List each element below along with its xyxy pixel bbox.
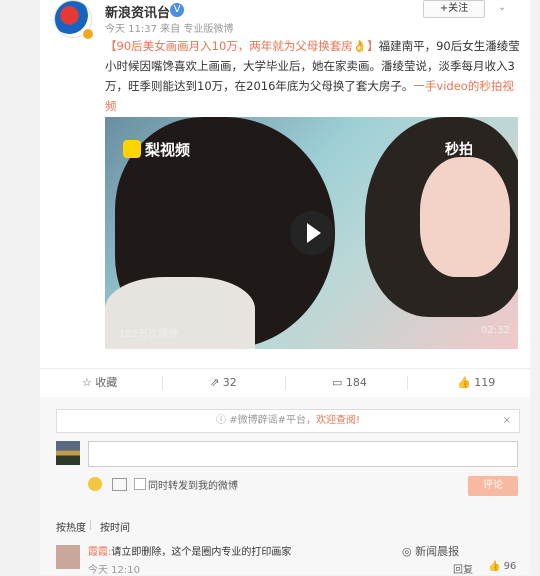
video-frame-face <box>420 157 510 277</box>
comment-like-button[interactable]: 👍 96 <box>488 561 516 572</box>
commenter-avatar[interactable] <box>56 545 80 569</box>
submit-comment-button[interactable]: 评论 <box>468 476 518 496</box>
comment-item: 霞霞:请立即删除，这个是圈内专业的打印画家 <box>88 543 291 558</box>
emoji-icon[interactable] <box>88 477 102 491</box>
post-topic[interactable]: 【90后美女画画月入10万，两年就为父母换套房👌】 <box>105 39 379 53</box>
star-icon: ☆ <box>82 376 92 389</box>
comment-text: 请立即删除，这个是圈内专业的打印画家 <box>111 547 292 558</box>
divider <box>407 376 408 390</box>
post-header: 新浪资讯台 V 今天 11:37 来自 专业版微博 +关注 ⌄ <box>40 0 530 40</box>
video-player[interactable]: 梨视频 秒拍 182万次播放 02:32 <box>105 117 518 349</box>
post-meta: 今天 11:37 来自 专业版微博 <box>105 24 234 35</box>
rumor-notice: ⓘ #微博辟谣#平台，欢迎查阅! × <box>56 409 520 433</box>
comment-button[interactable]: ▭ 184 <box>332 369 367 397</box>
also-repost-label: 同时转发到我的微博 <box>148 481 238 492</box>
divider <box>285 376 286 390</box>
comment-time: 今天 12:10 <box>88 565 140 576</box>
view-count: 182万次播放 <box>119 329 179 340</box>
sort-hot[interactable]: 按热度 <box>56 519 86 534</box>
comment-user[interactable]: 霞霞: <box>88 547 111 558</box>
chevron-down-icon[interactable]: ⌄ <box>498 2 506 13</box>
also-repost-checkbox[interactable] <box>134 478 146 490</box>
like-button[interactable]: 👍 119 <box>457 369 495 397</box>
play-icon[interactable] <box>290 211 334 255</box>
avatar-badge-icon <box>82 28 94 40</box>
action-bar: ☆ 收藏 ⇗ 32 ▭ 184 👍 119 <box>40 368 530 398</box>
reply-button[interactable]: 回复 <box>453 561 473 576</box>
pear-logo-icon <box>123 140 141 158</box>
post-text: 【90后美女画画月入10万，两年就为父母换套房👌】福建南平，90后女生潘绫莹小时… <box>105 36 523 116</box>
weibo-post-card: 新浪资讯台 V 今天 11:37 来自 专业版微博 +关注 ⌄ 【90后美女画画… <box>40 0 530 576</box>
repost-button[interactable]: ⇗ 32 <box>210 369 237 397</box>
comment-input[interactable] <box>88 441 518 467</box>
divider <box>90 520 91 530</box>
pear-video-logo: 梨视频 <box>123 139 190 160</box>
follow-button[interactable]: +关注 <box>423 0 485 18</box>
info-icon: ⓘ <box>216 415 227 426</box>
repost-icon: ⇗ <box>210 376 220 389</box>
thumb-up-icon: 👍 <box>457 376 471 389</box>
wechat-icon: ◎ <box>402 545 412 558</box>
miaopai-logo: 秒拍 <box>445 142 473 158</box>
thumb-up-icon: 👍 <box>488 561 501 572</box>
favorite-button[interactable]: ☆ 收藏 <box>82 369 117 397</box>
divider <box>162 376 163 390</box>
video-duration: 02:32 <box>481 325 510 336</box>
sort-time[interactable]: 按时间 <box>100 519 130 534</box>
close-icon[interactable]: × <box>503 410 511 432</box>
watermark: ◎ 新闻晨报 <box>402 545 460 558</box>
comment-icon: ▭ <box>332 376 343 389</box>
account-name[interactable]: 新浪资讯台 <box>105 2 170 21</box>
notice-link[interactable]: 欢迎查阅! <box>316 415 360 426</box>
image-icon[interactable] <box>112 478 127 491</box>
my-avatar <box>56 441 80 465</box>
verified-icon: V <box>170 3 184 17</box>
